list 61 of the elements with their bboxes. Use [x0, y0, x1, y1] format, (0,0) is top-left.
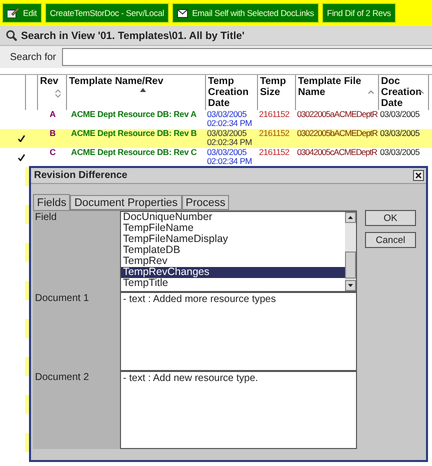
date-text: 03/03/2005	[380, 148, 421, 157]
sort-icon	[368, 90, 374, 94]
toolbar-button[interactable]: CreateTemStorDoc - Serv/Local	[44, 3, 170, 23]
document-label: Document 1	[34, 292, 90, 306]
dialog-button[interactable]: OK	[365, 210, 416, 226]
envelope-icon	[177, 8, 188, 18]
column-header[interactable]: Template File Name	[296, 75, 379, 110]
column-header[interactable]: Doc Creation Date	[379, 75, 429, 110]
list-item[interactable]: TempFileNameDisplay	[121, 234, 345, 245]
date-text: 03/03/2005	[207, 110, 248, 119]
close-button[interactable]	[413, 170, 424, 181]
template-name: ACME Dept Resource DB: Rev A	[71, 110, 198, 119]
toolbar-button[interactable]: Find Dif of 2 Revs	[322, 3, 396, 23]
document-text-box[interactable]: - text : Added more resource types	[120, 292, 357, 371]
date-text: 03/03/2005	[380, 129, 421, 138]
list-item[interactable]: TemplateDB	[121, 245, 345, 256]
search-label: Search for	[10, 52, 56, 62]
tab[interactable]: Process	[182, 195, 230, 210]
document-text-box[interactable]: - text : Add new resource type.	[120, 371, 357, 449]
search-field[interactable]	[62, 48, 432, 66]
rev-text: B	[48, 129, 56, 138]
file-name-text: 03042005cACMEDeptR	[297, 148, 378, 157]
column-header[interactable]: Template Name/Rev	[67, 75, 206, 110]
pencil-icon	[7, 8, 19, 18]
size-text: 2161152	[259, 148, 290, 157]
toolbar-button[interactable]: Email Self with Selected DocLinks	[172, 3, 319, 23]
table-row[interactable]: B ACME Dept Resource DB: Rev B 03/03/2005 02:02:34 PM 2161152 03022005bACMEDeptR 03/03/2005	[0, 129, 432, 148]
time-text: 02:02:34 PM	[207, 138, 253, 147]
template-name: ACME Dept Resource DB: Rev B	[71, 129, 198, 138]
date-text: 03/03/2005	[207, 129, 248, 138]
file-name-text: 03022005bACMEDeptR	[297, 129, 378, 138]
list-item[interactable]: DocUniqueNumber	[121, 212, 345, 223]
document-label: Document 2	[34, 371, 90, 385]
rev-text: A	[48, 110, 56, 119]
dialog-title: Revision Difference	[34, 170, 128, 181]
sort-icon	[140, 88, 146, 92]
column-header[interactable]: Rev	[38, 75, 67, 110]
sort-icon	[55, 89, 61, 98]
column-header[interactable]: Temp Creation Date	[206, 75, 258, 110]
size-text: 2161152	[259, 129, 290, 138]
date-text: 03/03/2005	[207, 148, 248, 157]
tab[interactable]: Document Properties	[70, 195, 182, 210]
rev-text: C	[48, 148, 56, 157]
list-item[interactable]: TempRevChanges	[121, 267, 345, 278]
tab[interactable]: Fields	[33, 194, 70, 210]
date-text: 03/03/2005	[380, 110, 421, 119]
file-name-text: 03022005aACMEDeptR	[297, 110, 378, 119]
list-item[interactable]: TempRev	[121, 256, 345, 267]
field-list[interactable]: DocUniqueNumber TempFileName TempFileNameDisplay TemplateDB TempRev TempRevChanges TempTitle	[120, 211, 357, 292]
search-title: Search in View '01. Templates\01. All by Title'	[21, 30, 244, 42]
toolbar-button[interactable]: Edit	[2, 3, 42, 23]
size-text: 2161152	[259, 110, 290, 119]
time-text: 02:02:34 PM	[207, 157, 253, 166]
list-item[interactable]: TempTitle	[121, 278, 345, 289]
search-icon	[6, 30, 17, 41]
column-header[interactable]: Temp Size	[258, 75, 296, 110]
list-item[interactable]: TempFileName	[121, 223, 345, 234]
time-text: 02:02:34 PM	[207, 119, 253, 128]
dialog-button[interactable]: Cancel	[365, 232, 416, 248]
template-name: ACME Dept Resource DB: Rev C	[71, 148, 198, 157]
field-label: Field	[34, 211, 58, 225]
